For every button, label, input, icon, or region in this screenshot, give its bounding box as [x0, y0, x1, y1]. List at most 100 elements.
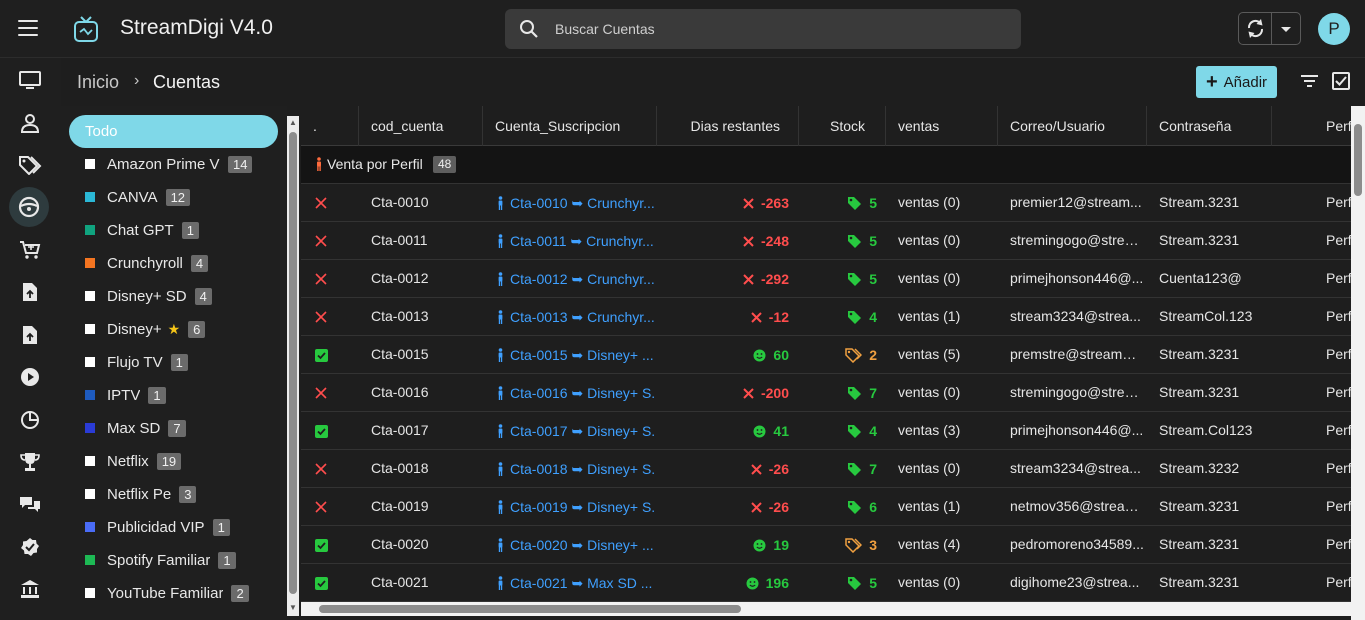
- category-item[interactable]: Netflix Pe 3: [85, 483, 197, 505]
- table-row[interactable]: Cta-0018 Cta-0018 ➥ Disney+ S... -26 7 venta…: [301, 450, 1351, 488]
- x-icon: [751, 501, 762, 513]
- trophy-icon[interactable]: [8, 444, 52, 480]
- category-name: Netflix Pe: [107, 485, 172, 503]
- ventas-cell: ventas (1): [898, 498, 961, 514]
- search-bar[interactable]: [505, 9, 1021, 49]
- stock-value: 5: [869, 574, 877, 591]
- column-header-contrasena[interactable]: Contraseña: [1147, 106, 1272, 146]
- user-icon[interactable]: [8, 105, 52, 141]
- select-all-checkbox[interactable]: [1332, 72, 1350, 90]
- category-item[interactable]: Crunchyroll 4: [85, 252, 209, 274]
- verified-badge-icon[interactable]: [8, 529, 52, 565]
- column-header-cod-cuenta[interactable]: cod_cuenta: [359, 106, 483, 146]
- group-row[interactable]: Venta por Perfil 48: [301, 146, 1351, 184]
- correo-cell: primejhonson446@...: [1010, 422, 1144, 438]
- category-name: Netflix: [107, 452, 149, 470]
- column-header-ventas[interactable]: ventas: [886, 106, 998, 146]
- table-row[interactable]: Cta-0011 Cta-0011 ➥ Crunchyr... -248 5 venta…: [301, 222, 1351, 260]
- tag-icon: [848, 235, 862, 248]
- stock-value: 6: [869, 498, 877, 515]
- scrollbar-thumb[interactable]: [1354, 124, 1362, 196]
- close-icon: [315, 197, 327, 209]
- table-row[interactable]: Cta-0019 Cta-0019 ➥ Disney+ S... -26 6 venta…: [301, 488, 1351, 526]
- category-item[interactable]: Chat GPT 1: [85, 219, 199, 241]
- category-scrollbar[interactable]: ▲ ▼: [287, 116, 299, 616]
- category-item[interactable]: YouTube Familiar 2: [85, 582, 249, 604]
- column-header-stock[interactable]: Stock: [799, 106, 886, 146]
- subscription-link[interactable]: Cta-0019 ➥ Disney+ S...: [497, 488, 655, 526]
- scrollbar-thumb[interactable]: [289, 132, 297, 594]
- category-item[interactable]: Amazon Prime Vi 14: [85, 153, 253, 175]
- x-icon: [751, 463, 762, 475]
- category-item[interactable]: Disney+ ★ 6: [85, 318, 206, 340]
- dias-value: 19: [773, 536, 789, 553]
- category-item[interactable]: Disney+ SD 4: [85, 285, 212, 307]
- file-upload-icon[interactable]: [8, 317, 52, 353]
- stock-value: 2: [869, 346, 877, 363]
- scroll-up-icon[interactable]: ▲: [289, 119, 297, 127]
- filter-icon[interactable]: [1301, 74, 1318, 88]
- column-header-cuenta-suscripcion[interactable]: Cuenta_Suscripcion: [483, 106, 657, 146]
- subscription-text: Cta-0018 ➥ Disney+ S...: [510, 460, 655, 477]
- table-row[interactable]: Cta-0020 Cta-0020 ➥ Disney+ ... 19 3 ventas …: [301, 526, 1351, 564]
- subscription-link[interactable]: Cta-0018 ➥ Disney+ S...: [497, 450, 655, 488]
- subscription-link[interactable]: Cta-0012 ➥ Crunchyr...: [497, 260, 655, 298]
- play-circle-icon[interactable]: [8, 359, 52, 395]
- scrollbar-thumb[interactable]: [319, 605, 741, 613]
- table-row[interactable]: Cta-0017 Cta-0017 ➥ Disney+ S... 41 4 ventas…: [301, 412, 1351, 450]
- subscription-link[interactable]: Cta-0016 ➥ Disney+ S...: [497, 374, 655, 412]
- tags-icon[interactable]: [8, 147, 52, 183]
- sync-dropdown-button[interactable]: [1272, 13, 1300, 44]
- search-input[interactable]: [555, 9, 995, 49]
- table-row[interactable]: Cta-0021 Cta-0021 ➥ Max SD ... 196 5 ventas …: [301, 564, 1351, 602]
- category-item[interactable]: Netflix 19: [85, 450, 182, 472]
- monitor-icon[interactable]: [8, 63, 52, 99]
- sync-button[interactable]: [1239, 13, 1272, 44]
- menu-icon[interactable]: [18, 20, 38, 36]
- column-header-perfil[interactable]: Perfil: [1314, 106, 1351, 146]
- subscription-link[interactable]: Cta-0017 ➥ Disney+ S...: [497, 412, 655, 450]
- subscription-link[interactable]: Cta-0020 ➥ Disney+ ...: [497, 526, 655, 564]
- file-upload-icon[interactable]: [8, 274, 52, 310]
- group-count-badge: 48: [433, 156, 457, 173]
- password-cell: Stream.3231: [1159, 498, 1240, 514]
- status-indicator: [315, 260, 331, 298]
- table-vertical-scrollbar[interactable]: [1351, 106, 1365, 602]
- status-indicator: [315, 564, 331, 602]
- subscription-link[interactable]: Cta-0015 ➥ Disney+ ...: [497, 336, 655, 374]
- chat-icon[interactable]: [8, 487, 52, 523]
- category-item[interactable]: IPTV 1: [85, 384, 166, 406]
- table-row[interactable]: Cta-0013 Cta-0013 ➥ Crunchyr... -12 4 ventas…: [301, 298, 1351, 336]
- column-header-dias-restantes[interactable]: Dias restantes: [657, 106, 799, 146]
- category-item[interactable]: CANVA 12: [85, 186, 191, 208]
- subscription-link[interactable]: Cta-0013 ➥ Crunchyr...: [497, 298, 655, 336]
- breadcrumb-home-link[interactable]: Inicio: [77, 72, 119, 93]
- nav-rail: [0, 58, 61, 620]
- category-logo-icon: [85, 489, 95, 499]
- user-avatar[interactable]: P: [1318, 13, 1350, 45]
- table-row[interactable]: Cta-0012 Cta-0012 ➥ Crunchyr... -292 5 venta…: [301, 260, 1351, 298]
- category-count-badge: 1: [148, 386, 166, 404]
- category-item[interactable]: Max SD 7: [85, 417, 186, 439]
- category-item[interactable]: Flujo TV 1: [85, 351, 188, 373]
- bank-icon[interactable]: [8, 571, 52, 607]
- subscription-link[interactable]: Cta-0021 ➥ Max SD ...: [497, 564, 655, 602]
- dias-restantes-cell: 196: [657, 564, 789, 602]
- category-all-chip[interactable]: Todo: [69, 115, 278, 148]
- table-horizontal-scrollbar[interactable]: [301, 602, 1351, 616]
- table-row[interactable]: Cta-0015 Cta-0015 ➥ Disney+ ... 60 2 ventas …: [301, 336, 1351, 374]
- category-item[interactable]: Publicidad VIP 1: [85, 516, 230, 538]
- subscription-link[interactable]: Cta-0010 ➥ Crunchyr...: [497, 184, 655, 222]
- column-header-status[interactable]: .: [301, 106, 359, 146]
- pie-chart-icon[interactable]: [8, 402, 52, 438]
- category-item[interactable]: Spotify Familiar 1: [85, 549, 236, 571]
- scroll-down-icon[interactable]: ▼: [289, 604, 297, 612]
- cart-icon[interactable]: [8, 232, 52, 268]
- subscription-link[interactable]: Cta-0011 ➥ Crunchyr...: [497, 222, 655, 260]
- steering-wheel-icon[interactable]: [9, 187, 49, 227]
- add-button[interactable]: + Añadir: [1196, 66, 1277, 98]
- table-row[interactable]: Cta-0010 Cta-0010 ➥ Crunchyr... -263 5 venta…: [301, 184, 1351, 222]
- table-row[interactable]: Cta-0016 Cta-0016 ➥ Disney+ S... -200 7 vent…: [301, 374, 1351, 412]
- category-logo-icon: [85, 159, 95, 169]
- column-header-correo[interactable]: Correo/Usuario: [998, 106, 1147, 146]
